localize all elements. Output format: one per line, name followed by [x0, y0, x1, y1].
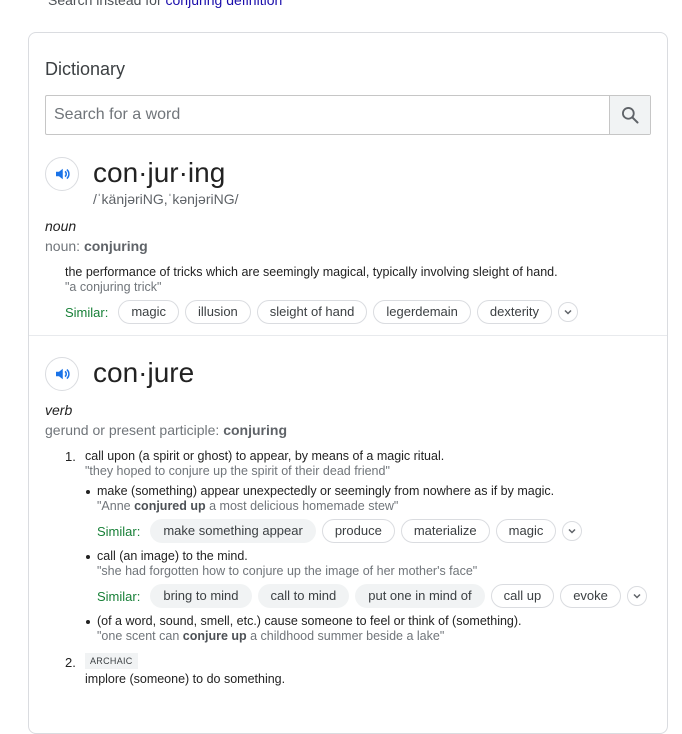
- similar-chip[interactable]: sleight of hand: [256, 300, 368, 324]
- verb-form-prefix: gerund or present participle:: [45, 422, 224, 438]
- definition-subsense-2: call (an image) to the mind.: [97, 549, 248, 563]
- part-of-speech-verb: verb: [45, 402, 73, 418]
- chevron-down-icon: [568, 528, 576, 534]
- definition-sense-2: implore (someone) to do something.: [85, 672, 286, 686]
- example-sense-1: "they hoped to conjure up the spirit of …: [85, 464, 390, 478]
- sense-number-2: 2.: [65, 655, 76, 670]
- similar-chip[interactable]: put one in mind of: [355, 584, 485, 608]
- more-similar-button[interactable]: [626, 586, 647, 606]
- dictionary-search-box: [45, 95, 651, 135]
- noun-form-word: conjuring: [83, 238, 148, 254]
- speaker-icon: [56, 368, 70, 380]
- example-conjuring: "a conjuring trick": [65, 280, 162, 294]
- similar-row-conjuring: Similar: magic illusion sleight of hand …: [65, 300, 579, 324]
- noun-form-line: noun: conjuring: [45, 238, 148, 254]
- dictionary-card: Dictionary con·jur·ing /ˈkänjəriNG,ˈkənj…: [28, 32, 668, 734]
- similar-chip[interactable]: make something appear: [150, 519, 316, 543]
- similar-chip[interactable]: call up: [490, 584, 555, 608]
- similar-chip[interactable]: magic: [118, 300, 180, 324]
- similar-label: Similar:: [97, 588, 141, 604]
- example-subsense-3: "one scent can conjure up a childhood su…: [97, 629, 444, 643]
- similar-label: Similar:: [65, 304, 109, 320]
- chevron-down-icon: [564, 309, 572, 315]
- pronounce-button-conjuring[interactable]: [45, 157, 79, 191]
- definition-subsense-3: (of a word, sound, smell, etc.) cause so…: [97, 614, 522, 628]
- example-subsense-1: "Anne conjured up a most delicious homem…: [97, 499, 398, 513]
- definition-conjuring: the performance of tricks which are seem…: [65, 265, 558, 279]
- similar-chip[interactable]: call to mind: [257, 584, 350, 608]
- search-instead-prefix: Search instead for: [48, 0, 162, 8]
- noun-form-prefix: noun:: [45, 238, 84, 254]
- headword-conjuring: con·jur·ing: [93, 157, 226, 188]
- part-of-speech-noun: noun: [45, 218, 77, 234]
- definition-sense-1: call upon (a spirit or ghost) to appear,…: [85, 449, 445, 463]
- bullet: [86, 490, 90, 494]
- similar-chip[interactable]: magic: [495, 519, 557, 543]
- similar-chip[interactable]: evoke: [560, 584, 621, 608]
- definition-subsense-1: make (something) appear unexpectedly or …: [97, 484, 555, 498]
- example-pre: "Anne: [97, 499, 135, 513]
- bullet: [86, 555, 90, 559]
- search-instead-link[interactable]: conjuring definition: [166, 0, 283, 8]
- example-pre: "one scent can: [97, 629, 183, 643]
- example-bold: conjured up: [134, 499, 206, 513]
- verb-form-word: conjuring: [223, 422, 287, 438]
- pronounce-button-conjure[interactable]: [45, 357, 79, 391]
- similar-chip[interactable]: bring to mind: [150, 584, 252, 608]
- archaic-badge: ARCHAIC: [85, 653, 138, 669]
- phonetic-conjuring: /ˈkänjəriNG,ˈkənjəriNG/: [93, 191, 239, 207]
- similar-chip[interactable]: dexterity: [476, 300, 553, 324]
- entry-divider: [29, 335, 667, 336]
- search-icon: [622, 107, 639, 124]
- headword-conjure: con·jure: [93, 357, 195, 388]
- more-similar-button[interactable]: [558, 302, 579, 322]
- search-instead-line: Search instead for conjuring definition: [48, 0, 282, 8]
- similar-chip[interactable]: materialize: [400, 519, 490, 543]
- example-post: a childhood summer beside a lake": [246, 629, 445, 643]
- similar-chip[interactable]: illusion: [185, 300, 251, 324]
- dictionary-search-input[interactable]: [46, 96, 609, 134]
- verb-form-line: gerund or present participle: conjuring: [45, 422, 287, 438]
- chevron-down-icon: [633, 593, 641, 599]
- example-bold: conjure up: [182, 629, 247, 643]
- similar-chip[interactable]: legerdemain: [373, 300, 471, 324]
- speaker-icon: [56, 168, 70, 180]
- bullet: [86, 620, 90, 624]
- search-button[interactable]: [609, 96, 650, 134]
- similar-chip[interactable]: produce: [321, 519, 395, 543]
- more-similar-button[interactable]: [562, 521, 583, 541]
- sense-number-1: 1.: [65, 449, 76, 464]
- example-post: a most delicious homemade stew": [205, 499, 399, 513]
- similar-row-subsense-1: Similar: make something appear produce m…: [97, 519, 583, 543]
- example-subsense-2: "she had forgotten how to conjure up the…: [97, 564, 478, 578]
- similar-row-subsense-2: Similar: bring to mind call to mind put …: [97, 584, 647, 608]
- card-title: Dictionary: [45, 59, 126, 79]
- similar-label: Similar:: [97, 523, 141, 539]
